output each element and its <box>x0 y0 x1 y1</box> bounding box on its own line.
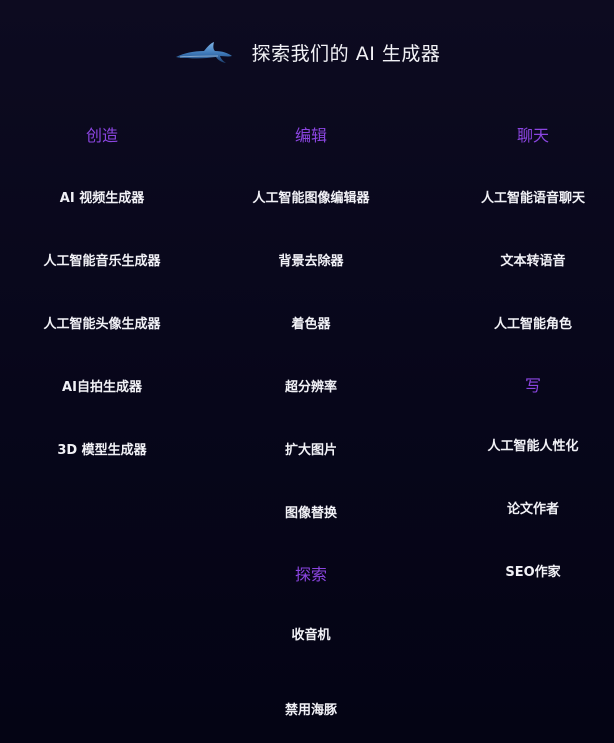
category-heading-create: 创造 <box>85 126 118 145</box>
link-ai-avatar-generator[interactable]: 人工智能头像生成器 <box>0 313 204 332</box>
link-ai-image-editor[interactable]: 人工智能图像编辑器 <box>209 187 413 206</box>
column-create: 创造 AI 视频生成器 人工智能音乐生成器 人工智能头像生成器 AI自拍生成器 … <box>0 0 204 743</box>
column-chat: 聊天 人工智能语音聊天 文本转语音 人工智能角色 写 人工智能人性化 论文作者 … <box>431 0 614 743</box>
link-radio[interactable]: 收音机 <box>209 624 413 643</box>
link-disable-dolphin[interactable]: 禁用海豚 <box>209 699 413 718</box>
category-heading-explore: 探索 <box>294 565 327 584</box>
column-edit: 编辑 人工智能图像编辑器 背景去除器 着色器 超分辨率 扩大图片 图像替换 探索… <box>209 0 413 743</box>
link-background-remover[interactable]: 背景去除器 <box>209 250 413 269</box>
link-essay-writer[interactable]: 论文作者 <box>431 498 614 517</box>
link-ai-character[interactable]: 人工智能角色 <box>431 313 614 332</box>
link-ai-music-generator[interactable]: 人工智能音乐生成器 <box>0 250 204 269</box>
link-ai-humanizer[interactable]: 人工智能人性化 <box>431 435 614 454</box>
link-text-to-speech[interactable]: 文本转语音 <box>431 250 614 269</box>
link-image-replace[interactable]: 图像替换 <box>209 502 413 521</box>
category-heading-chat: 聊天 <box>516 126 549 145</box>
category-heading-edit: 编辑 <box>294 126 327 145</box>
link-ai-selfie-generator[interactable]: AI自拍生成器 <box>0 376 204 395</box>
link-seo-writer[interactable]: SEO作家 <box>431 561 614 580</box>
link-colorizer[interactable]: 着色器 <box>209 313 413 332</box>
link-enlarge-image[interactable]: 扩大图片 <box>209 439 413 458</box>
link-ai-video-generator[interactable]: AI 视频生成器 <box>0 187 204 206</box>
category-heading-write: 写 <box>524 376 541 395</box>
link-ai-voice-chat[interactable]: 人工智能语音聊天 <box>431 187 614 206</box>
link-super-resolution[interactable]: 超分辨率 <box>209 376 413 395</box>
link-3d-model-generator[interactable]: 3D 模型生成器 <box>0 439 204 458</box>
